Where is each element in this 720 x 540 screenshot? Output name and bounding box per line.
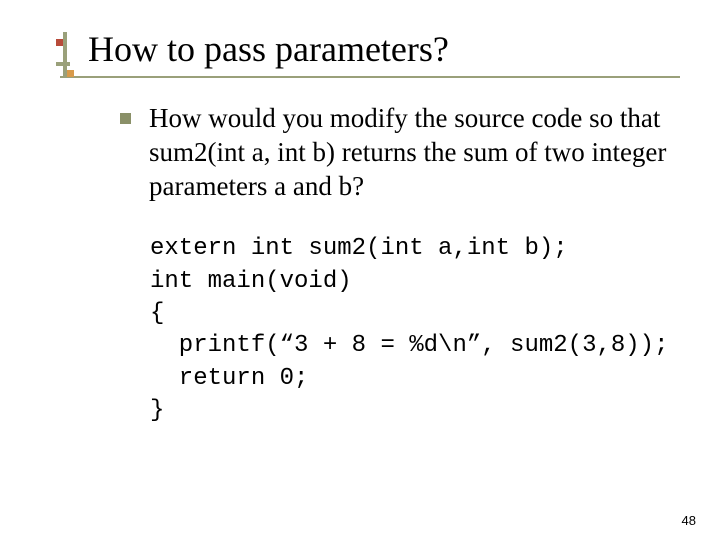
bullet-text: How would you modify the source code so … xyxy=(149,102,670,203)
title-accent-icon xyxy=(56,32,70,78)
page-number: 48 xyxy=(682,513,696,528)
slide-body: How would you modify the source code so … xyxy=(120,102,670,428)
slide-title: How to pass parameters? xyxy=(88,28,680,70)
slide: How to pass parameters? How would you mo… xyxy=(0,0,720,540)
bullet-item: How would you modify the source code so … xyxy=(120,102,670,203)
square-bullet-icon xyxy=(120,113,131,124)
title-underline xyxy=(60,76,680,78)
code-block: extern int sum2(int a,int b); int main(v… xyxy=(150,233,670,427)
